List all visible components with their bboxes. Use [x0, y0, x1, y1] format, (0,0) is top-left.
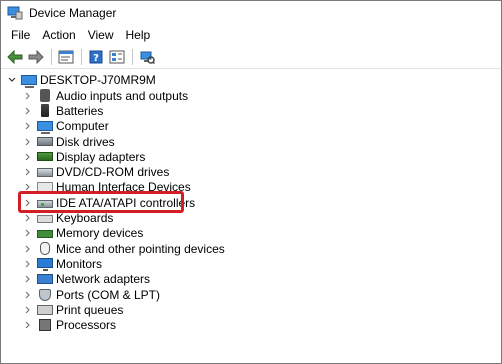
svg-text:?: ?	[93, 53, 99, 64]
speaker-icon	[40, 89, 50, 103]
tree-item-label: Audio inputs and outputs	[56, 88, 189, 103]
tree-item-monitors[interactable]: Monitors	[1, 256, 501, 271]
properties-button[interactable]	[56, 47, 76, 67]
monitor-icon	[37, 257, 53, 271]
view-button[interactable]	[107, 47, 127, 67]
display-adapter-icon	[37, 152, 53, 162]
expand-chevron-icon[interactable]	[23, 121, 33, 131]
expand-chevron-icon[interactable]	[23, 167, 33, 177]
tree-root[interactable]: DESKTOP-J70MR9M	[1, 72, 501, 88]
tree-item-network-adapters[interactable]: Network adapters	[1, 272, 501, 287]
toolbar-separator	[81, 48, 82, 65]
menu-view[interactable]: View	[82, 28, 120, 42]
menu-file[interactable]: File	[5, 28, 36, 42]
disk-drive-icon	[37, 137, 53, 147]
tree-item-dvd-drives[interactable]: DVD/CD-ROM drives	[1, 164, 501, 179]
port-icon	[39, 288, 51, 301]
processor-icon	[39, 319, 51, 332]
highlight-annotation	[18, 191, 184, 213]
battery-icon	[41, 104, 49, 118]
expand-chevron-icon[interactable]	[23, 305, 33, 315]
scan-hardware-icon	[140, 51, 155, 64]
keyboard-icon	[37, 215, 53, 224]
tree-item-label: Print queues	[56, 302, 124, 317]
back-icon	[7, 49, 23, 64]
tree-item-label: Keyboards	[56, 211, 114, 226]
computer-icon	[21, 75, 37, 88]
tree-item-label: Mice and other pointing devices	[56, 241, 225, 256]
computer-icon	[37, 121, 53, 135]
title-bar: Device Manager	[1, 1, 501, 25]
tree-item-memory[interactable]: Memory devices	[1, 226, 501, 241]
view-icon	[109, 50, 125, 63]
menu-bar: File Action View Help	[1, 25, 501, 45]
tree-item-label: DVD/CD-ROM drives	[56, 165, 170, 180]
tree-item-processors[interactable]: Processors	[1, 317, 501, 332]
collapse-chevron-icon[interactable]	[7, 75, 17, 85]
printer-icon	[37, 304, 53, 315]
expand-chevron-icon[interactable]	[23, 259, 33, 269]
expand-chevron-icon[interactable]	[23, 91, 33, 101]
device-manager-icon	[7, 6, 23, 20]
window-title: Device Manager	[29, 6, 117, 20]
memory-icon	[37, 230, 53, 239]
expand-chevron-icon[interactable]	[23, 228, 33, 238]
menu-action[interactable]: Action	[36, 28, 81, 42]
scan-hardware-button[interactable]	[137, 47, 157, 67]
device-manager-window: Device Manager File Action View Help ? D…	[0, 0, 502, 364]
expand-chevron-icon[interactable]	[23, 320, 33, 330]
back-button[interactable]	[5, 47, 25, 67]
tree-item-label: Display adapters	[56, 149, 146, 164]
help-button[interactable]: ?	[86, 47, 106, 67]
tree-item-label: Memory devices	[56, 226, 144, 241]
mouse-icon	[40, 242, 50, 256]
tree-item-ports[interactable]: Ports (COM & LPT)	[1, 287, 501, 302]
forward-button[interactable]	[26, 47, 46, 67]
tree-item-batteries[interactable]: Batteries	[1, 103, 501, 118]
expand-chevron-icon[interactable]	[23, 213, 33, 223]
root-label: DESKTOP-J70MR9M	[40, 73, 156, 87]
tree-item-label: Batteries	[56, 103, 104, 118]
tree-item-label: Disk drives	[56, 134, 115, 149]
expand-chevron-icon[interactable]	[23, 274, 33, 284]
tree-item-label: Processors	[56, 318, 117, 333]
tree-item-mice[interactable]: Mice and other pointing devices	[1, 241, 501, 256]
device-tree: DESKTOP-J70MR9M Audio inputs and outputs…	[1, 70, 501, 363]
properties-icon	[58, 50, 74, 63]
dvd-drive-icon	[37, 167, 53, 177]
tree-item-audio[interactable]: Audio inputs and outputs	[1, 88, 501, 103]
menu-help[interactable]: Help	[120, 28, 157, 42]
tree-item-label: Ports (COM & LPT)	[56, 287, 161, 302]
forward-icon	[28, 49, 44, 64]
toolbar-separator	[132, 48, 133, 65]
toolbar: ?	[1, 45, 501, 69]
tree-item-label: Computer	[56, 119, 109, 134]
network-adapter-icon	[37, 274, 53, 285]
tree-item-computer[interactable]: Computer	[1, 119, 501, 135]
tree-item-label: Monitors	[56, 256, 103, 271]
toolbar-separator	[51, 48, 52, 65]
help-icon: ?	[89, 50, 103, 64]
tree-item-display-adapters[interactable]: Display adapters	[1, 149, 501, 164]
expand-chevron-icon[interactable]	[23, 137, 33, 147]
expand-chevron-icon[interactable]	[23, 290, 33, 300]
tree-item-print-queues[interactable]: Print queues	[1, 302, 501, 317]
expand-chevron-icon[interactable]	[23, 152, 33, 162]
expand-chevron-icon[interactable]	[23, 244, 33, 254]
tree-item-disk-drives[interactable]: Disk drives	[1, 134, 501, 149]
expand-chevron-icon[interactable]	[23, 106, 33, 116]
tree-item-label: Network adapters	[56, 272, 151, 287]
